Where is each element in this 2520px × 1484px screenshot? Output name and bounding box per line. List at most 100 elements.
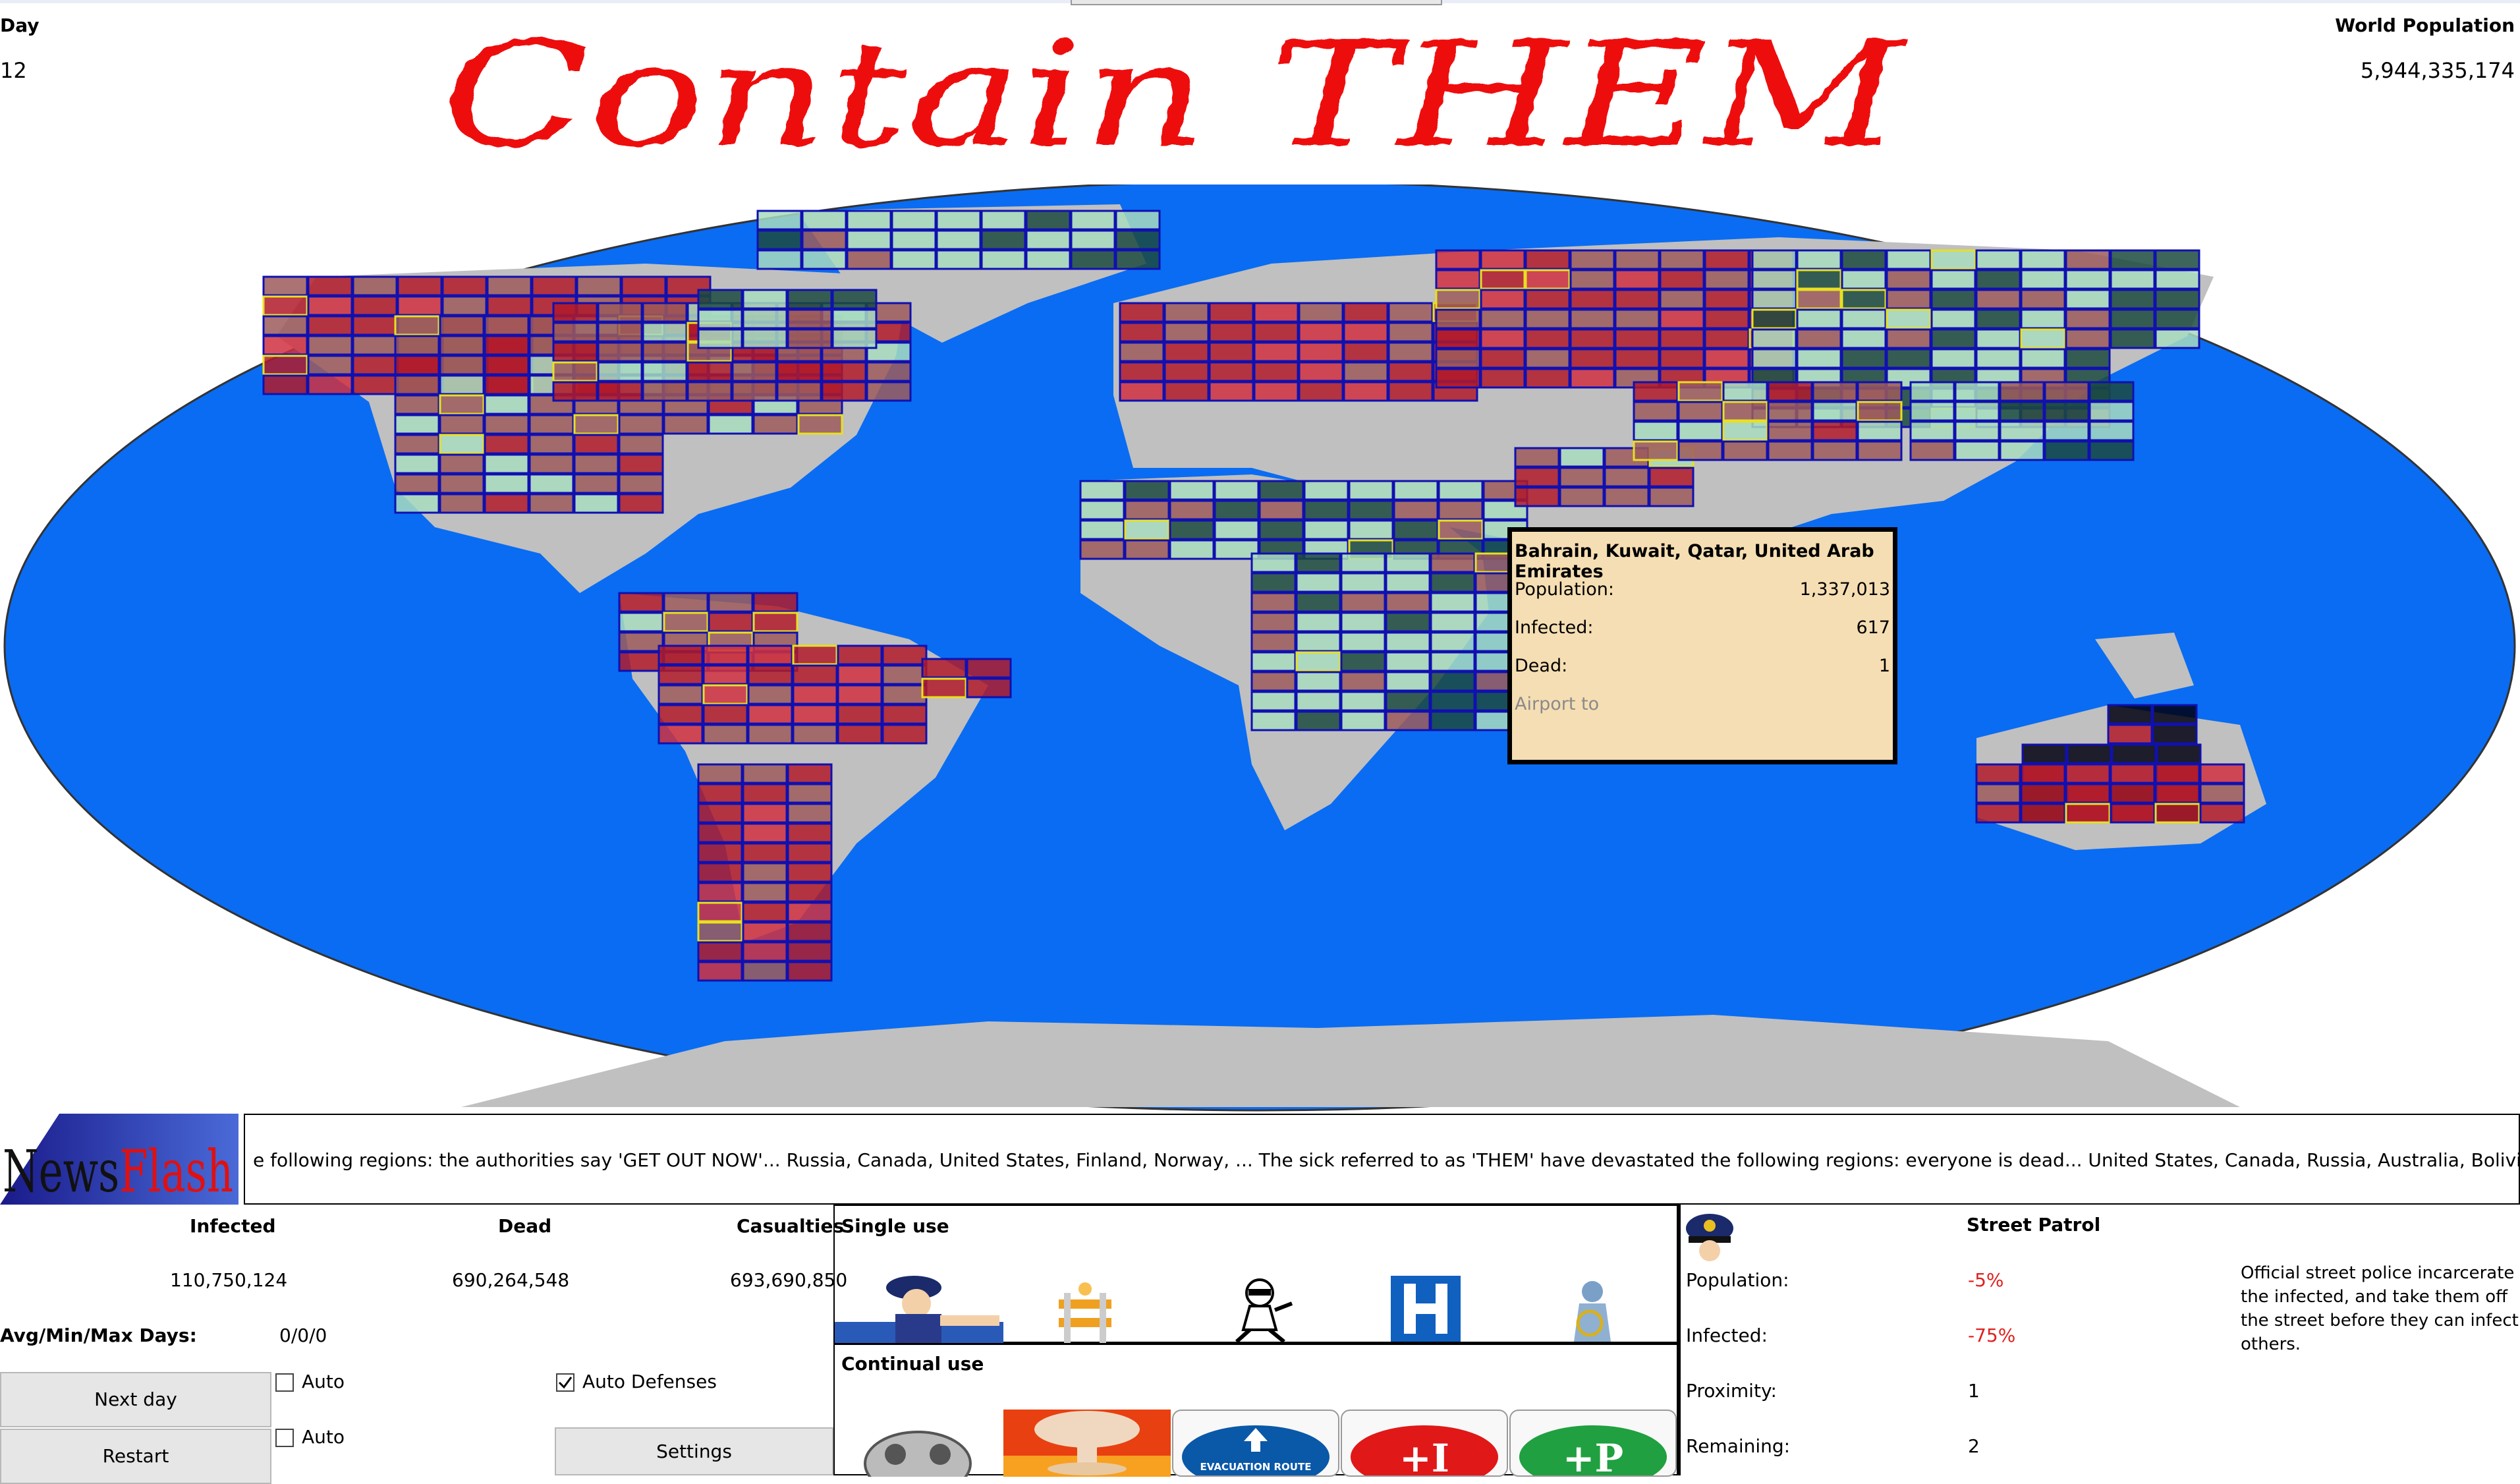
region-cell[interactable]: [742, 882, 788, 903]
region-cell[interactable]: [2110, 308, 2156, 329]
region-cell[interactable]: [1841, 249, 1887, 270]
region-cell[interactable]: [1999, 440, 2045, 461]
region-cell[interactable]: [2044, 401, 2090, 422]
region-cell[interactable]: [2088, 440, 2135, 461]
region-cell[interactable]: [1975, 249, 2021, 270]
region-cell[interactable]: [573, 473, 619, 494]
region-cell[interactable]: [1385, 552, 1431, 573]
region-cell[interactable]: [787, 822, 833, 843]
region-cell[interactable]: [2088, 420, 2135, 442]
region-cell[interactable]: [2107, 704, 2153, 725]
region-cell[interactable]: [1435, 289, 1481, 310]
region-cell[interactable]: [552, 361, 598, 382]
region-cell[interactable]: [1169, 539, 1215, 560]
plus-p-button[interactable]: +P: [1509, 1410, 1677, 1477]
region-cell[interactable]: [2111, 743, 2157, 764]
hospital-icon[interactable]: [1389, 1274, 1462, 1343]
region-cell[interactable]: [307, 315, 353, 336]
region-cell[interactable]: [1954, 401, 2000, 422]
region-cell[interactable]: [484, 453, 530, 474]
region-cell[interactable]: [1119, 322, 1165, 343]
region-cell[interactable]: [1480, 348, 1526, 369]
region-cell[interactable]: [1438, 480, 1484, 501]
region-cell[interactable]: [1975, 289, 2021, 310]
region-cell[interactable]: [882, 684, 928, 705]
region-cell[interactable]: [397, 275, 443, 297]
region-cell[interactable]: [262, 295, 308, 316]
region-cell[interactable]: [1119, 302, 1165, 323]
region-cell[interactable]: [1886, 308, 1932, 329]
auto-next-day-checkbox[interactable]: [275, 1373, 294, 1392]
region-cell[interactable]: [1430, 552, 1476, 573]
region-cell[interactable]: [1435, 308, 1481, 329]
region-cell[interactable]: [2154, 249, 2200, 270]
region-cell[interactable]: [702, 664, 748, 685]
region-cell[interactable]: [1295, 691, 1341, 712]
region-cell[interactable]: [1751, 308, 1797, 329]
region-cell[interactable]: [439, 493, 485, 514]
region-cell[interactable]: [686, 361, 733, 382]
region-cell[interactable]: [697, 289, 743, 310]
region-cell[interactable]: [801, 210, 847, 231]
burglar-icon[interactable]: [1223, 1277, 1296, 1343]
region-cell[interactable]: [394, 434, 440, 455]
region-cell[interactable]: [1722, 401, 1768, 422]
region-cell[interactable]: [752, 414, 798, 435]
region-cell[interactable]: [1480, 269, 1526, 290]
region-cell[interactable]: [439, 453, 485, 474]
region-cell[interactable]: [663, 612, 709, 633]
region-cell[interactable]: [1767, 401, 1813, 422]
region-cell[interactable]: [747, 704, 793, 725]
region-cell[interactable]: [1796, 249, 1842, 270]
region-cell[interactable]: [1614, 249, 1660, 270]
region-cell[interactable]: [1722, 381, 1768, 402]
region-cell[interactable]: [2020, 763, 2066, 784]
region-cell[interactable]: [1348, 499, 1394, 521]
region-cell[interactable]: [1569, 328, 1615, 349]
region-cell[interactable]: [1975, 328, 2021, 349]
region-cell[interactable]: [439, 394, 485, 415]
region-cell[interactable]: [658, 724, 704, 745]
region-cell[interactable]: [1163, 361, 1210, 382]
region-cell[interactable]: [1659, 308, 1705, 329]
region-cell[interactable]: [1387, 381, 1434, 402]
region-cell[interactable]: [708, 592, 754, 613]
region-cell[interactable]: [1343, 381, 1389, 402]
region-cell[interactable]: [1812, 381, 1858, 402]
region-cell[interactable]: [742, 328, 788, 349]
region-cell[interactable]: [2152, 704, 2198, 725]
region-cell[interactable]: [439, 473, 485, 494]
region-cell[interactable]: [742, 783, 788, 804]
region-cell[interactable]: [2156, 743, 2202, 764]
region-cell[interactable]: [882, 664, 928, 685]
region-cell[interactable]: [552, 322, 598, 343]
region-cell[interactable]: [1340, 671, 1386, 692]
region-cell[interactable]: [1886, 249, 1932, 270]
region-cell[interactable]: [1796, 348, 1842, 369]
region-cell[interactable]: [1614, 328, 1660, 349]
region-cell[interactable]: [642, 341, 688, 362]
region-cell[interactable]: [831, 289, 878, 310]
region-cell[interactable]: [1115, 210, 1161, 231]
region-cell[interactable]: [1343, 361, 1389, 382]
region-cell[interactable]: [776, 361, 822, 382]
region-cell[interactable]: [866, 361, 912, 382]
region-cell[interactable]: [787, 941, 833, 962]
region-cell[interactable]: [1841, 308, 1887, 329]
region-cell[interactable]: [921, 658, 967, 679]
region-cell[interactable]: [1614, 348, 1660, 369]
region-cell[interactable]: [1514, 447, 1560, 468]
region-cell[interactable]: [980, 249, 1026, 270]
region-cell[interactable]: [1604, 486, 1650, 507]
region-cell[interactable]: [352, 374, 398, 395]
region-cell[interactable]: [2110, 289, 2156, 310]
region-cell[interactable]: [2021, 743, 2067, 764]
region-cell[interactable]: [1435, 269, 1481, 290]
region-cell[interactable]: [1648, 467, 1694, 488]
region-cell[interactable]: [787, 842, 833, 863]
region-cell[interactable]: [697, 961, 743, 982]
region-cell[interactable]: [2065, 249, 2111, 270]
region-cell[interactable]: [1480, 328, 1526, 349]
region-cell[interactable]: [1999, 401, 2045, 422]
region-cell[interactable]: [658, 664, 704, 685]
